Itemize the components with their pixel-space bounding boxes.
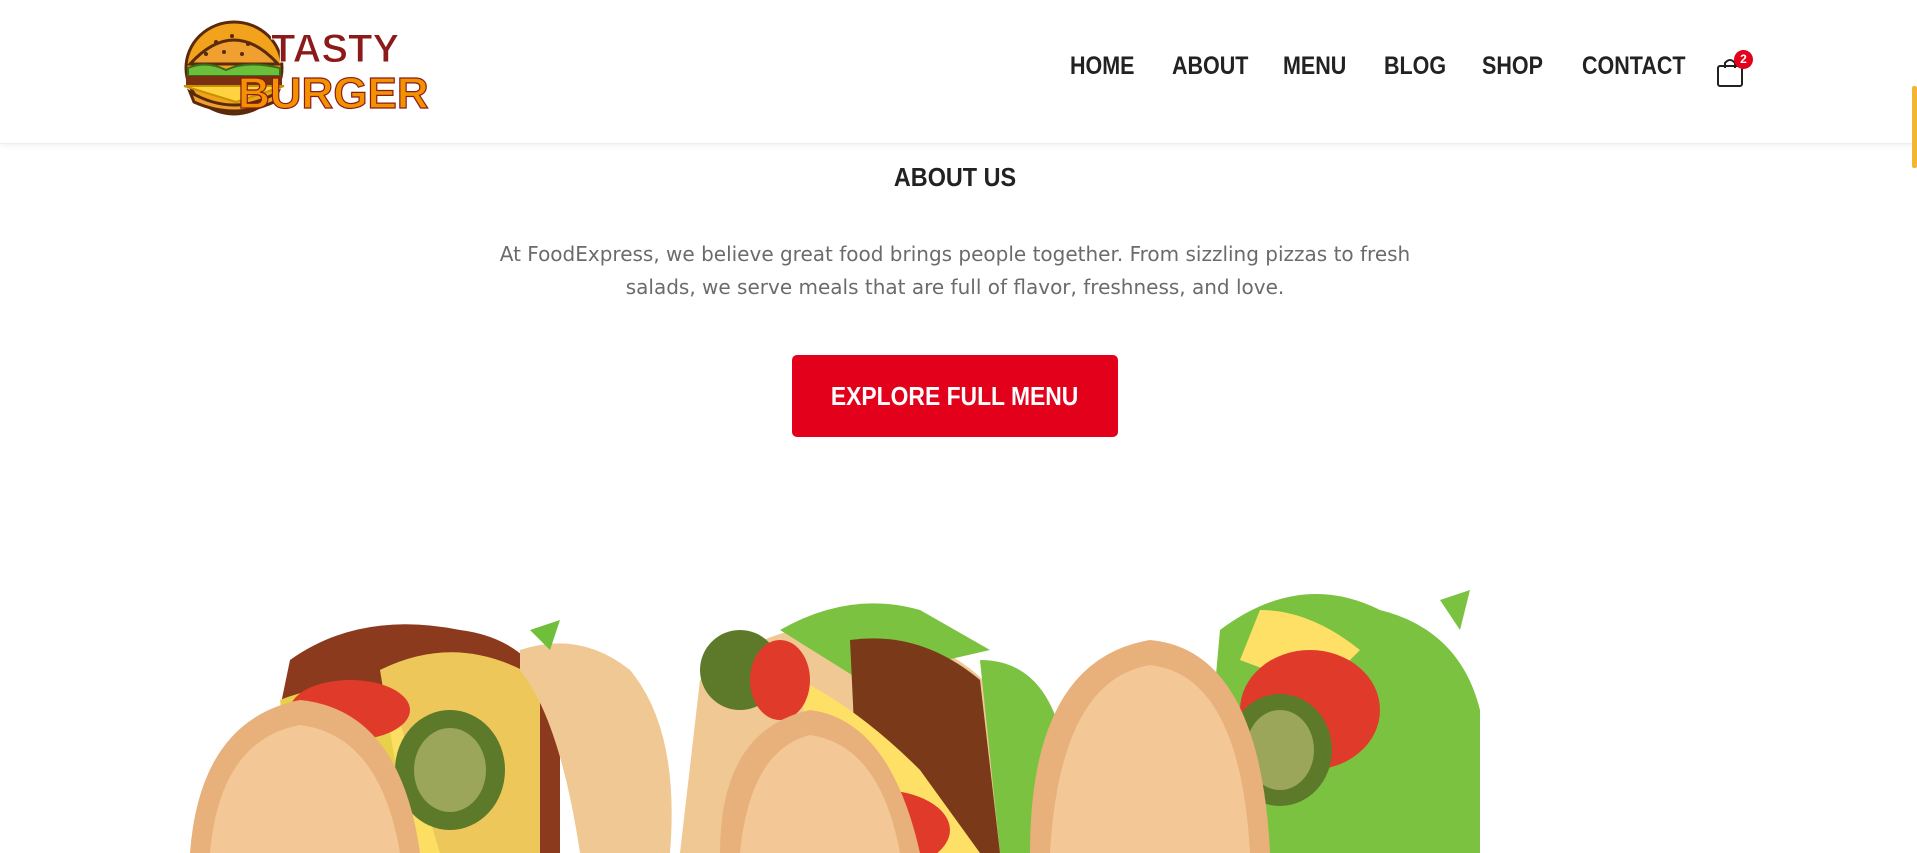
- explore-menu-label: EXPLORE FULL MENU: [831, 380, 1079, 411]
- svg-text:TASTY: TASTY: [271, 27, 399, 71]
- burger-2: [680, 603, 1060, 853]
- site-header: TASTY BURGER HOME ABOUT MENU BLOG SHOP C…: [0, 0, 1917, 144]
- explore-menu-button[interactable]: EXPLORE FULL MENU: [792, 355, 1118, 437]
- burger-3: [1030, 590, 1480, 853]
- nav-shop[interactable]: SHOP: [1482, 52, 1543, 81]
- nav-about[interactable]: ABOUT: [1172, 52, 1248, 81]
- about-text: At FoodExpress, we believe great food br…: [499, 242, 1411, 299]
- about-title: ABOUT US: [893, 162, 1017, 192]
- burgers-image: [160, 570, 1800, 853]
- cart-button[interactable]: 2: [1712, 50, 1754, 90]
- tasty-burger-logo[interactable]: TASTY BURGER: [176, 18, 431, 122]
- nav-contact[interactable]: CONTACT: [1582, 52, 1686, 81]
- nav-blog[interactable]: BLOG: [1384, 52, 1446, 81]
- nav-menu[interactable]: MENU: [1283, 52, 1346, 81]
- svg-text:BURGER: BURGER: [238, 69, 429, 118]
- scroll-indicator: [1912, 86, 1917, 168]
- burger-1: [190, 620, 672, 853]
- cart-count-badge: 2: [1734, 50, 1753, 69]
- nav-home[interactable]: HOME: [1070, 52, 1135, 81]
